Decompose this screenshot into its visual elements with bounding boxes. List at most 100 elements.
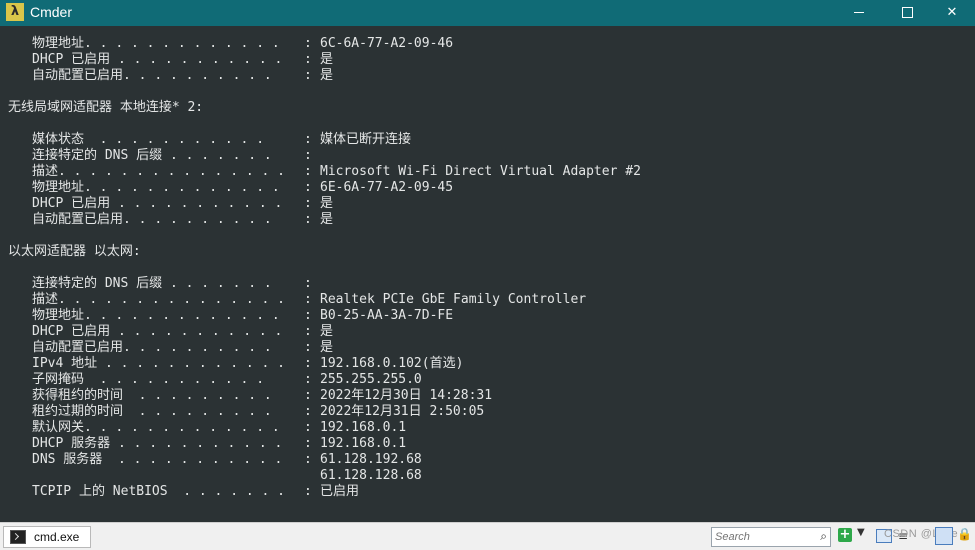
property-dots: . . . . . . . . . . . . . [84,308,288,323]
console-tab-label: cmd.exe [34,530,80,544]
property-colon: : [304,164,312,179]
console-output[interactable]: 物理地址. . . . . . . . . . . . . :6C-6A-77-… [0,26,975,522]
property-label-text: 自动配置已启用 [32,68,124,83]
property-colon: : [304,308,312,323]
search-icon[interactable]: ⌕ [820,529,827,544]
tile-view-icon[interactable] [935,527,953,545]
property-colon: : [304,340,312,355]
maximize-button[interactable] [886,0,928,26]
property-colon: : [304,372,312,387]
close-button[interactable]: ✕ [931,0,973,26]
property-colon: : [304,404,312,419]
property-value: 是 [320,68,334,83]
property-value: Microsoft Wi-Fi Direct Virtual Adapter #… [320,164,641,179]
property-dots: . . . . . . . . . . . [110,196,291,211]
property-value: Realtek PCIe GbE Family Controller [320,292,587,307]
window-title: Cmder [30,4,73,20]
property-label-text: IPv4 地址 [32,356,98,371]
property-label: DHCP 已启用 . . . . . . . . . . . [32,324,290,340]
title-bar: λ Cmder ✕ [0,0,975,26]
property-value: 是 [320,52,334,67]
property-colon: : [304,180,312,195]
property-label: IPv4 地址 . . . . . . . . . . . . [32,356,293,372]
property-label-text: DHCP 已启用 [32,196,111,211]
property-label: DHCP 服务器 . . . . . . . . . . . [32,436,290,452]
property-colon: : [304,36,312,51]
property-colon: : [304,212,312,227]
property-label: 连接特定的 DNS 后缀 . . . . . . . [32,148,280,164]
property-label: 获得租约的时间 . . . . . . . . . [32,388,280,404]
property-colon: : [304,276,312,291]
console-tab[interactable]: cmd.exe [3,526,91,548]
search-box[interactable]: ⌕ [711,527,831,547]
new-console-dropdown-icon[interactable]: ▼ [857,527,865,538]
property-label: 媒体状态 . . . . . . . . . . . [32,132,272,148]
property-colon: : [304,196,312,211]
property-value: 媒体已断开连接 [320,132,412,147]
minimize-icon [854,12,864,13]
search-input[interactable] [712,528,812,546]
property-label-text: 描述 [32,164,59,179]
minimize-button[interactable] [838,0,880,26]
property-value: 2022年12月30日 14:28:31 [320,388,493,403]
property-dots: . . . . . . . . . . . [84,132,272,147]
property-label-text: 连接特定的 DNS 后缀 [32,276,163,291]
property-label-text: 物理地址 [32,308,85,323]
property-dots: . . . . . . . . . . . [110,324,291,339]
property-value: 61.128.128.68 [320,468,422,483]
property-label-text: DHCP 已启用 [32,324,111,339]
property-label: 自动配置已启用. . . . . . . . . . [32,212,280,228]
property-dots: . . . . . . . . . . [123,340,280,355]
property-colon: : [304,52,312,67]
property-label: 物理地址. . . . . . . . . . . . . [32,180,288,196]
property-label-text: TCPIP 上的 NetBIOS [32,484,168,499]
property-value: 255.255.255.0 [320,372,422,387]
property-dots: . . . . . . . . . . . . . . . [58,292,293,307]
property-label-text: 物理地址 [32,180,85,195]
property-colon: : [304,132,312,147]
property-dots: . . . . . . . . . . . . [97,356,293,371]
property-label: 租约过期的时间 . . . . . . . . . [32,404,280,420]
property-value: 是 [320,212,334,227]
property-label-text: 租约过期的时间 [32,404,124,419]
property-label-text: DNS 服务器 [32,452,103,467]
property-label: 描述. . . . . . . . . . . . . . . [32,292,293,308]
property-colon: : [304,148,312,163]
property-dots: . . . . . . . . . [123,388,280,403]
property-colon: : [304,436,312,451]
property-label: DHCP 已启用 . . . . . . . . . . . [32,196,290,212]
property-label-text: 物理地址 [32,36,85,51]
property-value: 2022年12月31日 2:50:05 [320,404,485,419]
property-label: 自动配置已启用. . . . . . . . . . [32,68,280,84]
property-label: DHCP 已启用 . . . . . . . . . . . [32,52,290,68]
property-value: 6C-6A-77-A2-09-46 [320,36,454,51]
new-console-button[interactable]: + [838,528,852,542]
property-label-text: DHCP 服务器 [32,436,111,451]
close-icon: ✕ [946,5,958,20]
property-value: 192.168.0.102(首选) [320,356,464,371]
property-label: 子网掩码 . . . . . . . . . . . [32,372,272,388]
property-dots: . . . . . . . . . . [123,212,280,227]
property-dots: . . . . . . . . . . . . . . . [58,164,293,179]
property-label: 自动配置已启用. . . . . . . . . . [32,340,280,356]
lock-icon[interactable]: 🔒 [957,527,972,541]
property-colon: : [304,356,312,371]
property-dots: . . . . . . . . . . . . . [84,36,288,51]
property-label-text: 媒体状态 [32,132,85,147]
property-label-text: DHCP 已启用 [32,52,111,67]
property-dots: . . . . . . . . . . . . . [84,420,288,435]
property-colon: : [304,324,312,339]
cmder-lambda-icon[interactable]: λ [6,3,24,21]
property-dots: . . . . . . . [162,276,280,291]
property-dots: . . . . . . . . . . [123,68,280,83]
property-label-text: 子网掩码 [32,372,85,387]
property-dots: . . . . . . . . . . . [110,436,291,451]
property-dots: . . . . . . . . . . . [102,452,291,467]
property-label-text: 连接特定的 DNS 后缀 [32,148,163,163]
property-value: 192.168.0.1 [320,420,407,435]
property-dots: . . . . . . . [162,148,280,163]
property-dots: . . . . . . . . . [123,404,280,419]
property-value: B0-25-AA-3A-7D-FE [320,308,454,323]
property-label: TCPIP 上的 NetBIOS . . . . . . . [32,484,293,500]
property-colon: : [304,452,312,467]
